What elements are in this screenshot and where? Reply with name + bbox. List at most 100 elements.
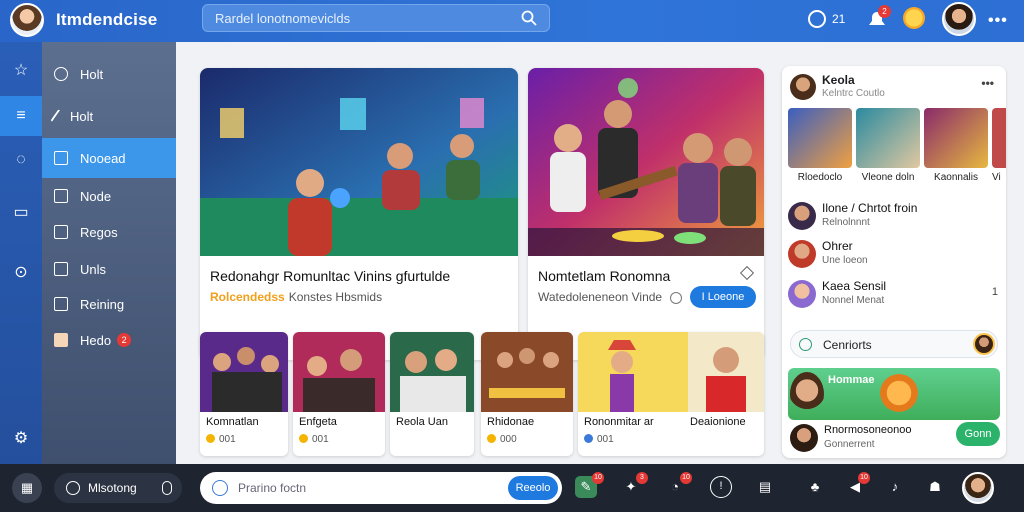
thumb-card-4[interactable]: Rhidonae 000 [481,332,573,456]
thumb-title[interactable]: Komnatlan [206,416,259,428]
star-icon[interactable]: ☆ [0,50,42,90]
friend-row[interactable]: Ohrer Une loeon [788,238,1000,270]
info-icon [212,480,228,496]
mini-card[interactable]: Vi [992,108,1006,184]
sidebar-item-hedo[interactable]: Hedo 2 [42,320,176,360]
badge: 10 [680,472,692,484]
badge: 10 [592,472,604,484]
mini-image[interactable] [992,108,1006,168]
sidebar-item-holt[interactable]: Holt [42,54,176,94]
hero-card-1[interactable]: Redonahgr Romunltac Vinins gfurtulde Rol… [200,68,518,360]
sidebar-item-unls[interactable]: Unls [42,249,176,289]
mini-card[interactable]: Kaonnalis [924,108,988,184]
search-icon[interactable] [521,10,537,26]
thumb-image[interactable] [390,332,474,412]
thumb-image[interactable] [200,332,288,412]
music-icon[interactable]: ♪ [884,476,906,498]
nav-panel: Holt Holt Nooead Node Regos Unls Reining… [42,42,176,464]
menu-icon[interactable]: ≡ [0,96,42,136]
compass-icon[interactable]: ⊙ [0,252,42,292]
coin-icon[interactable] [903,7,925,29]
mini-card[interactable]: Rloedoclo [788,108,852,184]
sidebar-item-nooead[interactable]: Nooead [42,138,176,178]
hero-image-1[interactable] [200,68,518,256]
hero-title[interactable]: Redonahgr Romunltac Vinins gfurtulde [210,268,450,284]
panel-name[interactable]: Keola [822,73,855,87]
app-title[interactable]: Itmdendcise [56,10,157,30]
friend-row[interactable]: Ilone / Chrtot froin Relnolnnnt [788,200,1000,232]
friend-sub: Une loeon [822,255,868,266]
friend-avatar[interactable] [788,240,816,268]
promo-banner[interactable]: Hommae [788,368,1000,420]
thumb-image[interactable] [293,332,385,412]
follow-button[interactable]: I Loeone [690,286,756,308]
document-icon[interactable]: ▤ [754,476,776,498]
thumb-title[interactable]: Rononmitar ar [584,416,654,428]
hero-image-2[interactable] [528,68,764,256]
comment-avatar[interactable] [973,333,995,355]
footer-avatar[interactable] [790,424,818,452]
profile-avatar[interactable] [10,3,44,37]
message-input[interactable]: Prarino foctn Reeolo [200,472,562,504]
mini-image[interactable] [788,108,852,168]
mini-card[interactable]: Vleone doln [856,108,920,184]
thumb-title[interactable]: Enfgeta [299,416,337,428]
mini-image[interactable] [856,108,920,168]
chat-icon[interactable]: ◌ [0,140,42,180]
thumb-card-2[interactable]: Enfgeta 001 [293,332,385,456]
sidebar-item-node[interactable]: Node [42,176,176,216]
friend-row[interactable]: Kaea Sensil Nonnel Menat 1 [788,278,1000,310]
sidebar-item-reining[interactable]: Reining [42,284,176,324]
thumb-card-3[interactable]: Reola Uan [390,332,474,456]
mini-label: Rloedoclo [797,172,843,183]
friend-sub: Relnolnnnt [822,217,870,228]
list-icon [54,297,68,311]
folder-icon[interactable]: ▭ [0,192,42,232]
thumb-title[interactable]: Deaionione [690,416,746,428]
user-avatar-bottom[interactable] [962,472,994,504]
share-icon[interactable] [739,265,755,281]
thumb-card-5[interactable]: Rononmitar ar 001 Deaionione [578,332,764,456]
panel-avatar[interactable] [790,74,816,100]
footer-text[interactable]: Rnormosoneonoo [824,424,911,436]
thumb-title[interactable]: Rhidonae [487,416,534,428]
friend-avatar[interactable] [788,280,816,308]
thumb-title[interactable]: Reola Uan [396,416,448,428]
friend-name[interactable]: Ilone / Chrtot froin [822,201,917,215]
thumb-image[interactable] [481,332,573,412]
clock-icon[interactable] [808,10,826,28]
grid-icon[interactable]: ▦ [12,473,42,503]
hero-title[interactable]: Nomtetlam Ronomna [538,268,670,284]
thumb-image[interactable] [578,332,764,412]
thumb-count: 001 [312,434,329,445]
hero-subtitle: Rolcendedss Konstes Hbsmids [210,290,382,304]
sidebar-item-holt-2[interactable]: Holt [42,96,176,136]
more-icon[interactable]: ••• [988,12,1008,30]
hero-tag[interactable]: Rolcendedss [210,290,285,304]
people-icon[interactable]: ☗ [924,476,946,498]
thumb-count: 001 [597,434,614,445]
more-icon[interactable]: ••• [981,76,994,90]
send-button[interactable]: Reeolo [508,476,558,500]
info-circle-icon[interactable]: ! [710,476,732,498]
main-content: Redonahgr Romunltac Vinins gfurtulde Rol… [176,42,780,464]
search-input[interactable]: Rardel lonotnomeviclds [202,4,550,32]
heart-icon [54,67,68,81]
friend-name[interactable]: Kaea Sensil [822,279,886,293]
sidebar-item-regos[interactable]: Regos [42,212,176,252]
meeting-button[interactable]: Mlsotong [54,473,182,503]
join-button[interactable]: Gonn [956,422,1000,446]
friend-count: 1 [991,286,998,298]
hero-card-2[interactable]: Nomtetlam Ronomna Watedoleneneon Vinde I… [528,68,764,360]
friend-name[interactable]: Ohrer [822,239,853,253]
comments-input[interactable]: Cenriorts [790,330,998,358]
settings-icon[interactable]: ⚙ [0,418,42,458]
user-avatar[interactable] [942,2,976,36]
thumb-count: 001 [219,434,236,445]
mini-image[interactable] [924,108,988,168]
coin-icon [299,434,308,443]
mic-icon[interactable] [162,481,172,495]
friend-avatar[interactable] [788,202,816,230]
gamepad-icon[interactable]: ♣ [804,476,826,498]
thumb-card-1[interactable]: Komnatlan 001 [200,332,288,456]
